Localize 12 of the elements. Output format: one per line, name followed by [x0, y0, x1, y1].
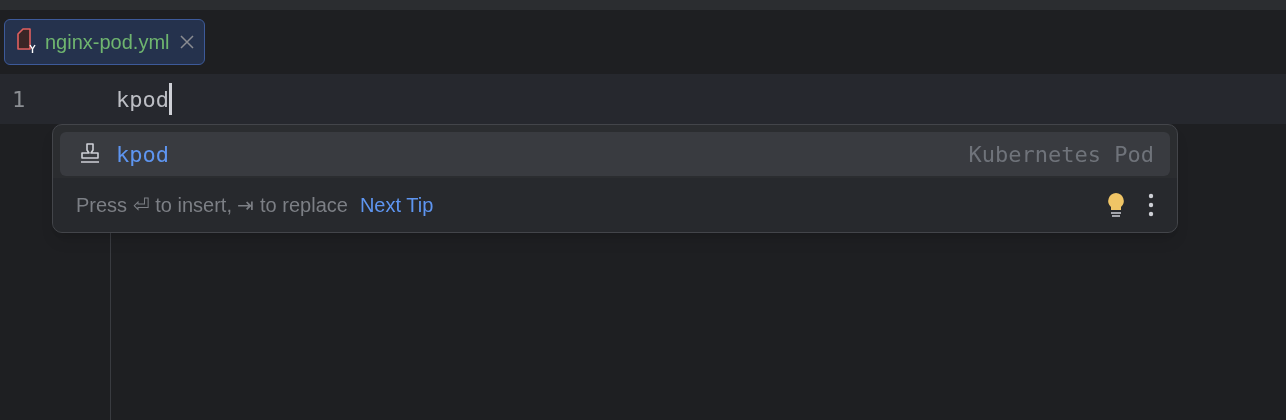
completion-item[interactable]: kpod Kubernetes Pod [60, 132, 1170, 176]
file-tab[interactable]: nginx-pod.yml [4, 19, 205, 65]
more-options-icon[interactable] [1148, 193, 1154, 217]
hint-text: Press ⏎ to insert, ⇥ to replace [76, 193, 348, 218]
completion-label: kpod [116, 140, 169, 169]
next-tip-link[interactable]: Next Tip [359, 190, 434, 220]
text-cursor [169, 83, 172, 115]
lightbulb-icon[interactable] [1106, 191, 1126, 219]
close-icon[interactable] [179, 35, 194, 49]
line-number: 1 [11, 85, 27, 114]
completion-type: Kubernetes Pod [968, 140, 1154, 169]
code-text: kpod [115, 85, 169, 114]
